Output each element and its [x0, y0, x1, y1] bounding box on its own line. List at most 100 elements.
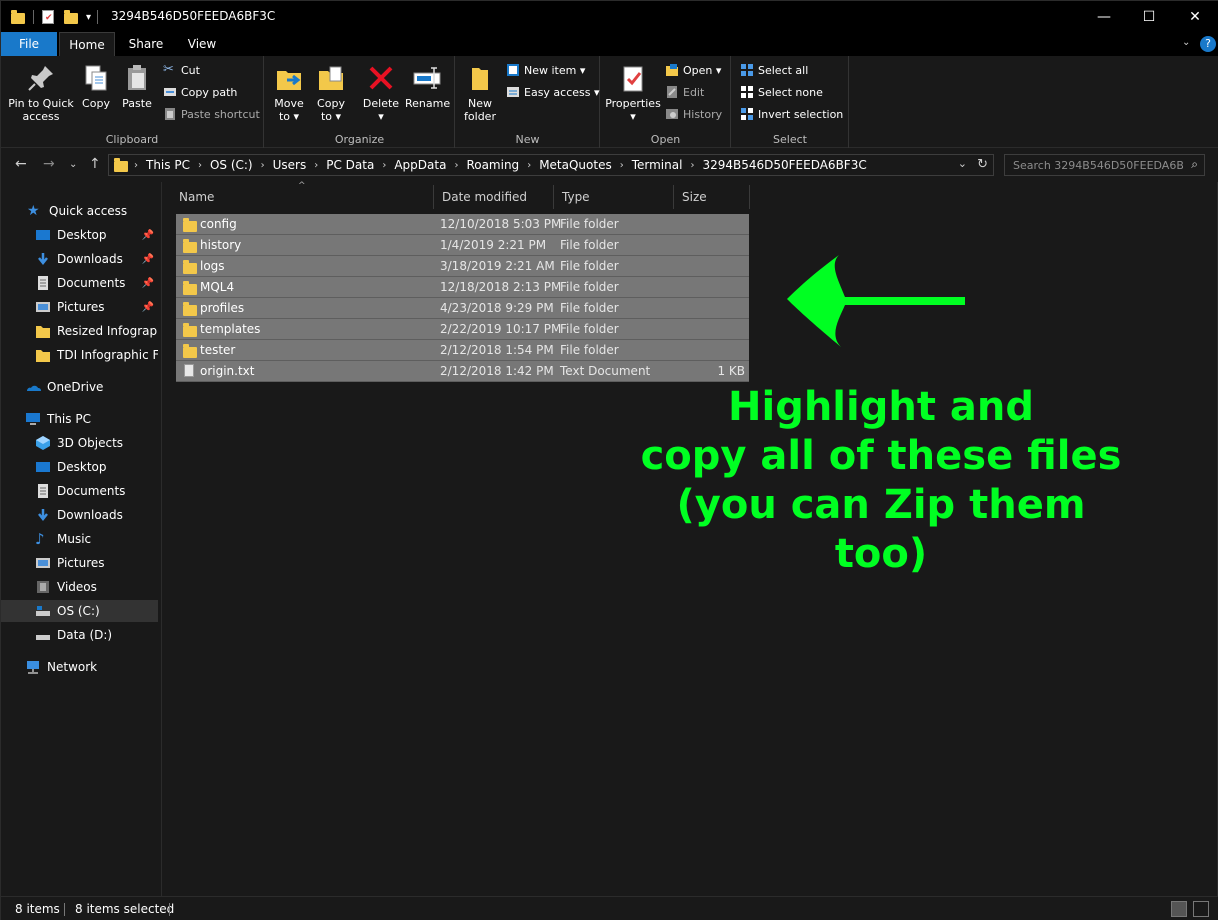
nav-item-desktop[interactable]: Desktop 📌 — [1, 224, 158, 246]
refresh-icon[interactable]: ↻ — [977, 157, 988, 172]
paste-button[interactable]: Paste — [119, 62, 155, 110]
address-bar[interactable]: › This PC › OS (C:) › Users › PC Data › AppData › R… — [108, 154, 994, 176]
breadcrumb-item[interactable]: OS (C:) — [205, 158, 258, 172]
column-header-size[interactable]: Size — [674, 185, 750, 209]
customize-toolbar-icon[interactable]: ▾ — [86, 12, 91, 23]
tab-file[interactable]: File — [1, 32, 57, 56]
nav-item-videos[interactable]: Videos — [1, 576, 158, 598]
column-header-name[interactable]: Name ^ — [171, 181, 434, 209]
breadcrumb-separator-icon[interactable]: › — [451, 160, 461, 171]
edit-button[interactable]: Edit — [665, 82, 704, 102]
table-row[interactable]: logs 3/18/2019 2:21 AM File folder — [176, 256, 749, 277]
cut-button[interactable]: ✂ Cut — [163, 60, 200, 80]
breadcrumb-item[interactable]: Terminal — [627, 158, 688, 172]
breadcrumb-separator-icon[interactable]: › — [524, 160, 534, 171]
table-row[interactable]: MQL4 12/18/2018 2:13 PM File folder — [176, 277, 749, 298]
nav-item-3d-objects[interactable]: 3D Objects — [1, 432, 158, 454]
new-folder-icon[interactable] — [64, 10, 78, 24]
pin-to-quick-access-button[interactable]: Pin to Quick access — [7, 62, 75, 123]
nav-item-pictures-pc[interactable]: Pictures — [1, 552, 158, 574]
easy-access-button[interactable]: Easy access ▾ — [506, 82, 600, 102]
table-row[interactable]: history 1/4/2019 2:21 PM File folder — [176, 235, 749, 256]
table-row[interactable]: origin.txt 2/12/2018 1:42 PM Text Document… — [176, 361, 749, 382]
file-date: 3/18/2019 2:21 AM — [440, 259, 555, 273]
table-row[interactable]: profiles 4/23/2018 9:29 PM File folder — [176, 298, 749, 319]
nav-item-os-c[interactable]: OS (C:) — [1, 600, 158, 622]
nav-network[interactable]: Network — [1, 656, 158, 678]
breadcrumb-item[interactable]: PC Data — [321, 158, 379, 172]
breadcrumb-item[interactable]: Users — [268, 158, 312, 172]
nav-item-tdi-infographic[interactable]: TDI Infographic File — [1, 344, 158, 366]
breadcrumb-separator-icon[interactable]: › — [379, 160, 389, 171]
breadcrumb-separator-icon[interactable]: › — [131, 160, 141, 171]
pin-icon[interactable]: 📌 — [142, 254, 154, 265]
copy-path-button[interactable]: Copy path — [163, 82, 237, 102]
details-view-icon[interactable] — [1171, 901, 1187, 917]
search-input[interactable]: Search 3294B546D50FEEDA6B... ⌕ — [1004, 154, 1205, 176]
maximize-button[interactable]: ☐ — [1126, 1, 1172, 32]
breadcrumb-separator-icon[interactable]: › — [617, 160, 627, 171]
new-folder-button[interactable]: New folder — [460, 62, 500, 123]
recent-locations-chevron-icon[interactable]: ⌄ — [69, 159, 77, 170]
close-button[interactable]: ✕ — [1172, 1, 1218, 32]
nav-quick-access[interactable]: ★ Quick access — [1, 200, 158, 222]
pin-icon[interactable]: 📌 — [142, 278, 154, 289]
paste-shortcut-button[interactable]: Paste shortcut — [163, 104, 260, 124]
up-arrow-icon[interactable]: ↑ — [89, 156, 101, 172]
copy-button[interactable]: Copy — [79, 62, 113, 110]
tab-view[interactable]: View — [179, 32, 225, 56]
nav-onedrive[interactable]: OneDrive — [1, 376, 158, 398]
file-name: MQL4 — [200, 280, 235, 294]
column-header-type[interactable]: Type — [554, 185, 674, 209]
nav-item-documents[interactable]: Documents 📌 — [1, 272, 158, 294]
nav-item-resized-infograph[interactable]: Resized Infograph — [1, 320, 158, 342]
breadcrumb-separator-icon[interactable]: › — [687, 160, 697, 171]
copy-to-button[interactable]: Copy to ▾ — [313, 62, 349, 123]
nav-item-downloads[interactable]: Downloads 📌 — [1, 248, 158, 270]
breadcrumb-item[interactable]: Roaming — [461, 158, 524, 172]
help-icon[interactable]: ? — [1200, 36, 1216, 52]
rename-button[interactable]: Rename — [405, 62, 450, 110]
tab-home[interactable]: Home — [59, 32, 115, 56]
breadcrumb-item[interactable]: MetaQuotes — [534, 158, 617, 172]
select-all-button[interactable]: Select all — [740, 60, 808, 80]
tab-share[interactable]: Share — [121, 32, 171, 56]
breadcrumb-item[interactable]: 3294B546D50FEEDA6BF3C — [697, 158, 871, 172]
column-header-date[interactable]: Date modified — [434, 185, 554, 209]
breadcrumb-separator-icon[interactable]: › — [311, 160, 321, 171]
breadcrumb-item[interactable]: AppData — [389, 158, 451, 172]
large-icons-view-icon[interactable] — [1193, 901, 1209, 917]
nav-item-pictures[interactable]: Pictures 📌 — [1, 296, 158, 318]
nav-item-music[interactable]: ♪ Music — [1, 528, 158, 550]
pane-divider[interactable] — [161, 182, 162, 896]
open-button[interactable]: Open ▾ — [665, 60, 721, 80]
table-row[interactable]: templates 2/22/2019 10:17 PM File folder — [176, 319, 749, 340]
back-arrow-icon[interactable]: ← — [15, 156, 27, 172]
nav-item-data-d[interactable]: Data (D:) — [1, 624, 158, 646]
pin-icon[interactable]: 📌 — [142, 230, 154, 241]
table-row[interactable]: config 12/10/2018 5:03 PM File folder — [176, 214, 749, 235]
new-item-button[interactable]: New item ▾ — [506, 60, 585, 80]
nav-item-documents-pc[interactable]: Documents — [1, 480, 158, 502]
minimize-button[interactable]: — — [1081, 1, 1127, 32]
history-button[interactable]: History — [665, 104, 722, 124]
breadcrumb-separator-icon[interactable]: › — [258, 160, 268, 171]
table-row[interactable]: tester 2/12/2018 1:54 PM File folder — [176, 340, 749, 361]
properties-button[interactable]: Properties ▾ — [605, 62, 661, 123]
invert-selection-button[interactable]: Invert selection — [740, 104, 843, 124]
pin-icon[interactable]: 📌 — [142, 302, 154, 313]
forward-arrow-icon[interactable]: → — [43, 156, 55, 172]
nav-item-desktop-pc[interactable]: Desktop — [1, 456, 158, 478]
move-to-button[interactable]: Move to ▾ — [271, 62, 307, 123]
chevron-down-icon[interactable]: ⌄ — [1182, 37, 1190, 48]
nav-item-downloads-pc[interactable]: Downloads — [1, 504, 158, 526]
properties-icon[interactable]: ✔ — [42, 10, 54, 24]
breadcrumb-separator-icon[interactable]: › — [195, 160, 205, 171]
download-arrow-icon — [35, 508, 51, 522]
nav-item-label: Resized Infograph — [57, 324, 158, 338]
breadcrumb-item[interactable]: This PC — [141, 158, 195, 172]
delete-button[interactable]: Delete ▾ — [361, 62, 401, 123]
nav-this-pc[interactable]: This PC — [1, 408, 158, 430]
select-none-button[interactable]: Select none — [740, 82, 823, 102]
address-dropdown-chevron-icon[interactable]: ⌄ — [958, 157, 967, 170]
